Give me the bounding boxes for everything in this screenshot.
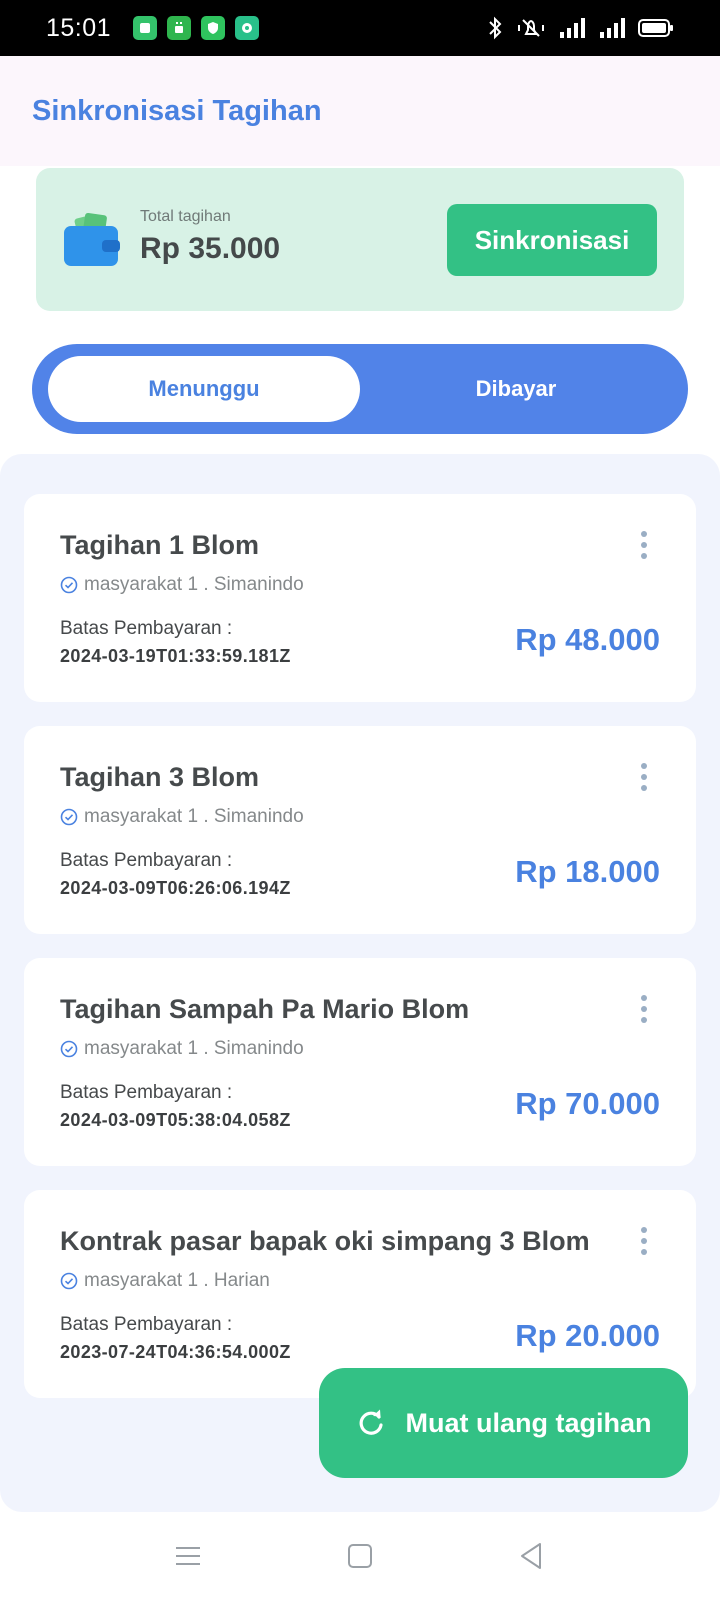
reload-bills-label: Muat ulang tagihan	[405, 1407, 652, 1438]
shield-icon	[201, 16, 226, 40]
more-options-icon[interactable]	[632, 1224, 656, 1258]
bill-meta: masyarakat 1 . Simanindo	[60, 806, 304, 828]
bill-meta-text: masyarakat 1 . Simanindo	[84, 806, 304, 827]
mute-vibrate-icon	[518, 19, 544, 37]
home-icon[interactable]	[344, 1540, 376, 1572]
bill-meta-text: masyarakat 1 . Simanindo	[84, 574, 304, 595]
app-notification-icon	[133, 16, 158, 40]
total-label: Total tagihan	[140, 208, 231, 225]
deadline-value: 2023-07-24T04:36:54.000Z	[60, 1342, 291, 1362]
signal-icon	[600, 18, 625, 38]
total-summary-card: Total tagihan Rp 35.000 Sinkronisasi	[36, 168, 684, 311]
bill-list: Tagihan 1 Blom masyarakat 1 . Simanindo …	[0, 454, 720, 1512]
system-nav-bar	[0, 1512, 720, 1600]
check-circle-icon	[60, 808, 78, 826]
reload-bills-button[interactable]: Muat ulang tagihan	[319, 1368, 688, 1478]
bill-card[interactable]: Tagihan 1 Blom masyarakat 1 . Simanindo …	[24, 494, 696, 702]
page-title: Sinkronisasi Tagihan	[32, 94, 322, 127]
bill-meta: masyarakat 1 . Simanindo	[60, 1038, 304, 1060]
tab-dibayar[interactable]: Dibayar	[360, 356, 672, 422]
bill-meta: masyarakat 1 . Simanindo	[60, 574, 304, 596]
status-time: 15:01	[46, 13, 112, 42]
bill-meta-text: masyarakat 1 . Harian	[84, 1270, 270, 1291]
status-tab-bar: Menunggu Dibayar	[32, 344, 688, 434]
deadline-label: Batas Pembayaran :	[60, 1314, 233, 1335]
bill-title: Tagihan Sampah Pa Mario Blom	[60, 994, 470, 1024]
bill-title: Tagihan 3 Blom	[60, 762, 260, 792]
check-circle-icon	[60, 576, 78, 594]
sync-button[interactable]: Sinkronisasi	[447, 204, 657, 276]
app-header: Sinkronisasi Tagihan	[0, 56, 720, 166]
signal-icon	[560, 18, 585, 38]
bill-amount: Rp 18.000	[515, 854, 660, 889]
battery-icon	[638, 19, 673, 37]
back-icon[interactable]	[516, 1540, 548, 1572]
deadline-value: 2024-03-19T01:33:59.181Z	[60, 646, 291, 666]
more-options-icon[interactable]	[632, 760, 656, 794]
app-notification-icon	[167, 16, 192, 40]
bill-card[interactable]: Tagihan 3 Blom masyarakat 1 . Simanindo …	[24, 726, 696, 934]
check-circle-icon	[60, 1040, 78, 1058]
deadline-label: Batas Pembayaran :	[60, 618, 233, 639]
app-notification-icon	[235, 16, 260, 40]
deadline-value: 2024-03-09T06:26:06.194Z	[60, 878, 291, 898]
bill-card[interactable]: Kontrak pasar bapak oki simpang 3 Blom m…	[24, 1190, 696, 1398]
status-bar: 15:01	[0, 0, 720, 56]
bill-amount: Rp 70.000	[515, 1086, 660, 1121]
bill-title: Kontrak pasar bapak oki simpang 3 Blom	[60, 1226, 590, 1256]
refresh-icon	[359, 1409, 383, 1435]
bill-amount: Rp 48.000	[515, 622, 660, 657]
bluetooth-icon	[489, 16, 502, 40]
menu-icon[interactable]	[172, 1540, 204, 1572]
wallet-icon	[64, 212, 120, 266]
total-amount: Rp 35.000	[140, 232, 281, 265]
bill-card[interactable]: Tagihan Sampah Pa Mario Blom masyarakat …	[24, 958, 696, 1166]
more-options-icon[interactable]	[632, 992, 656, 1026]
bill-meta: masyarakat 1 . Harian	[60, 1270, 270, 1292]
deadline-value: 2024-03-09T05:38:04.058Z	[60, 1110, 291, 1130]
deadline-label: Batas Pembayaran :	[60, 850, 233, 871]
status-right-icons	[486, 16, 674, 40]
notification-icons	[133, 16, 260, 40]
tab-menunggu[interactable]: Menunggu	[48, 356, 360, 422]
more-options-icon[interactable]	[632, 528, 656, 562]
bill-meta-text: masyarakat 1 . Simanindo	[84, 1038, 304, 1059]
bill-amount: Rp 20.000	[515, 1318, 660, 1353]
bill-title: Tagihan 1 Blom	[60, 530, 260, 560]
check-circle-icon	[60, 1272, 78, 1290]
deadline-label: Batas Pembayaran :	[60, 1082, 233, 1103]
